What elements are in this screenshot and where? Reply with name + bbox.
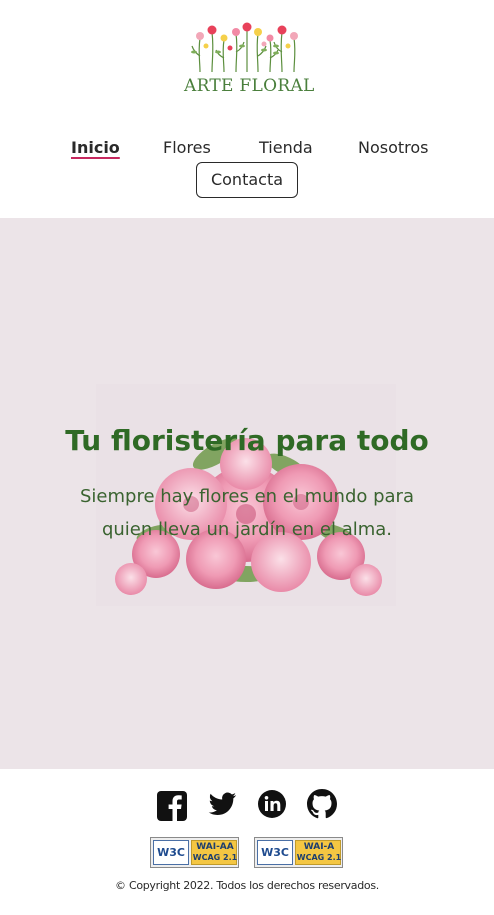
badge-level: WAI-A (303, 842, 335, 852)
main-nav: Inicio Flores Tienda Nosotros Contacta (0, 130, 494, 210)
wcag-a-badge[interactable]: W3C WAI-A WCAG 2.1 (254, 837, 343, 868)
nav-item-tienda[interactable]: Tienda (259, 138, 313, 157)
nav-item-inicio[interactable]: Inicio (71, 138, 120, 157)
flowers-logo-icon (191, 22, 298, 73)
facebook-icon[interactable] (155, 789, 189, 823)
twitter-icon[interactable] (205, 787, 239, 821)
copyright-text: © Copyright 2022. Todos los derechos res… (115, 879, 379, 892)
site-logo[interactable]: ARTE FLORAL (184, 22, 315, 98)
hero-subtitle: Siempre hay flores en el mundo para quie… (79, 486, 414, 540)
site-footer: W3C WAI-AA WCAG 2.1 W3C WAI-A WCAG 2.1 ©… (0, 769, 494, 915)
nav-item-flores[interactable]: Flores (163, 138, 211, 157)
linkedin-icon[interactable] (255, 787, 289, 821)
w3c-logo: W3C (257, 840, 293, 865)
badge-standard: WCAG 2.1 (192, 853, 238, 862)
site-header: ARTE FLORAL Inicio Flores Tienda Nosotro… (0, 0, 494, 218)
badge-standard: WCAG 2.1 (296, 853, 342, 862)
hero-title: Tu floristería para todo (65, 424, 429, 457)
hero-section: Tu floristería para todo Siempre hay flo… (0, 218, 494, 769)
wcag-aa-badge[interactable]: W3C WAI-AA WCAG 2.1 (150, 837, 239, 868)
w3c-logo: W3C (153, 840, 189, 865)
contact-button[interactable]: Contacta (196, 162, 298, 198)
logo-text: ARTE FLORAL (184, 76, 315, 96)
badge-level: WAI-AA (196, 842, 234, 852)
nav-item-nosotros[interactable]: Nosotros (358, 138, 429, 157)
github-icon[interactable] (305, 787, 339, 821)
